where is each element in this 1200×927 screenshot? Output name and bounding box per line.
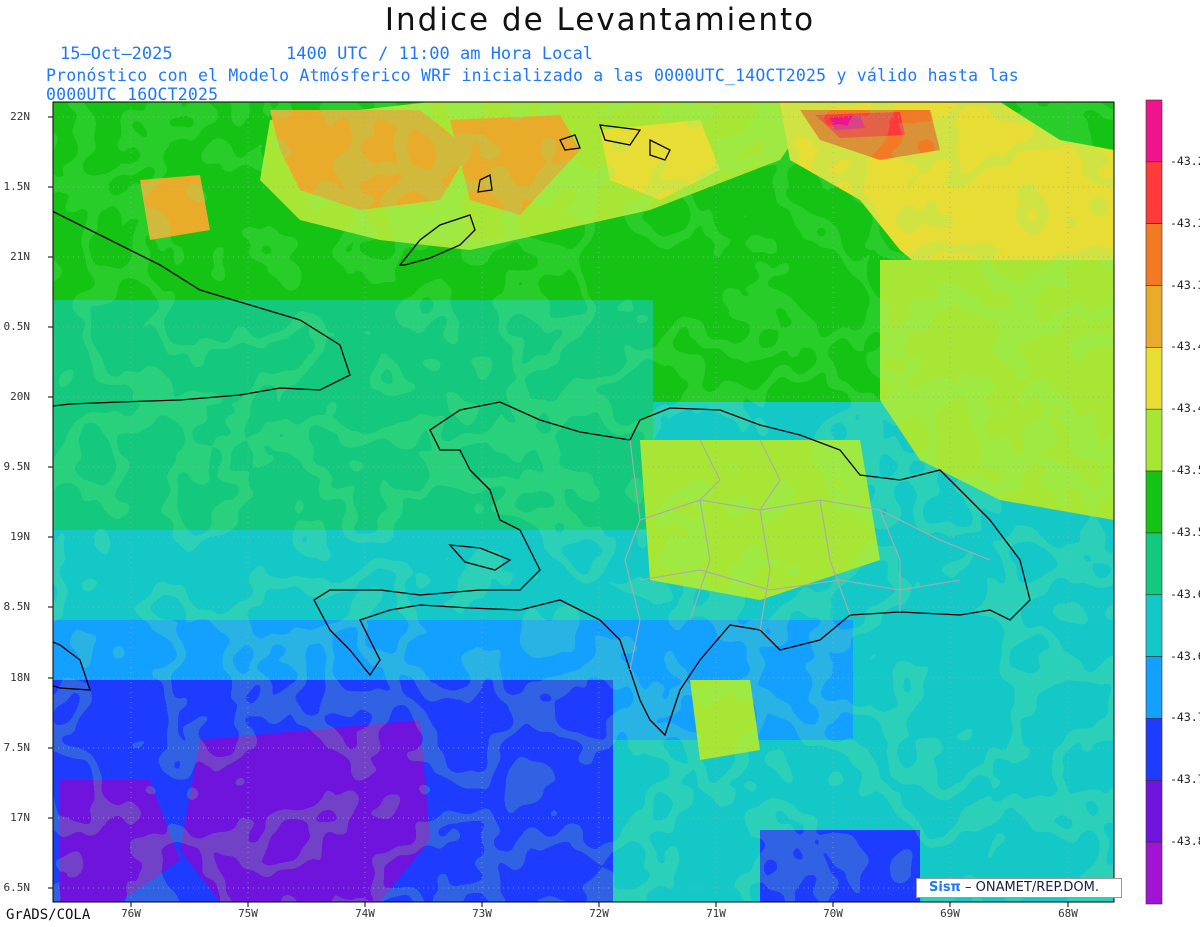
colorbar-label: -43.3 — [1170, 215, 1200, 230]
lat-label: 21N — [10, 250, 30, 263]
forecast-map — [48, 99, 1163, 907]
colorbar-label: -43.7 — [1170, 772, 1200, 787]
colorbar — [1145, 99, 1163, 905]
colorbar-label: -43.6 — [1170, 586, 1200, 601]
colorbar-swatch — [1145, 718, 1163, 781]
colorbar-swatch — [1145, 594, 1163, 657]
lat-label: 20N — [10, 390, 30, 403]
colorbar-label: -43.4 — [1170, 401, 1200, 416]
lat-label: 7.5N — [3, 741, 31, 754]
colorbar-swatch — [1145, 656, 1163, 719]
grads-credit: GrADS/COLA — [6, 907, 91, 923]
lon-label: 70W — [823, 907, 843, 920]
colorbar-label: -43.6 — [1170, 648, 1200, 663]
colorbar-swatch — [1145, 532, 1163, 596]
colorbar-swatch — [1145, 99, 1163, 163]
colorbar-label: -43.5 — [1170, 524, 1200, 539]
colorbar-label: -43.3 — [1170, 277, 1200, 292]
onamet-brand-box: Sisπ – ONAMET/REP.DOM. — [916, 878, 1122, 898]
lat-label: 9.5N — [3, 460, 31, 473]
colorbar-swatch — [1145, 780, 1163, 843]
lat-label: 17N — [10, 811, 30, 824]
colorbar-label: -43.8 — [1170, 834, 1200, 849]
lat-label: 18N — [10, 671, 30, 684]
lat-label: 0.5N — [3, 320, 31, 333]
colorbar-swatch — [1145, 470, 1163, 534]
lon-label: 75W — [238, 907, 258, 920]
sispi-logo: Sisπ — [929, 880, 961, 895]
colorbar-label: -43.7 — [1170, 710, 1200, 725]
lat-label: 22N — [10, 110, 30, 123]
lon-label: 72W — [589, 907, 609, 920]
colorbar-swatch — [1145, 408, 1163, 472]
lon-label: 73W — [472, 907, 492, 920]
brand-org: ONAMET/REP.DOM. — [975, 880, 1099, 895]
lon-label: 68W — [1058, 907, 1078, 920]
lat-label: 8.5N — [3, 600, 31, 613]
colorbar-swatch — [1145, 841, 1163, 905]
colorbar-swatch — [1145, 285, 1163, 348]
lifted-index-field — [53, 102, 1114, 902]
lat-label: 6.5N — [3, 881, 31, 894]
colorbar-label: -43.2 — [1170, 153, 1200, 168]
lat-label: 1.5N — [3, 180, 31, 193]
colorbar-swatch — [1145, 161, 1163, 224]
colorbar-swatch — [1145, 347, 1163, 410]
colorbar-label: -43.4 — [1170, 339, 1200, 354]
brand-separator: – — [960, 880, 976, 895]
lat-label: 19N — [10, 530, 30, 543]
colorbar-label: -43.5 — [1170, 463, 1200, 478]
lon-label: 74W — [355, 907, 375, 920]
lon-label: 76W — [121, 907, 141, 920]
colorbar-swatch — [1145, 223, 1163, 286]
lon-label: 71W — [706, 907, 726, 920]
lon-label: 69W — [940, 907, 960, 920]
